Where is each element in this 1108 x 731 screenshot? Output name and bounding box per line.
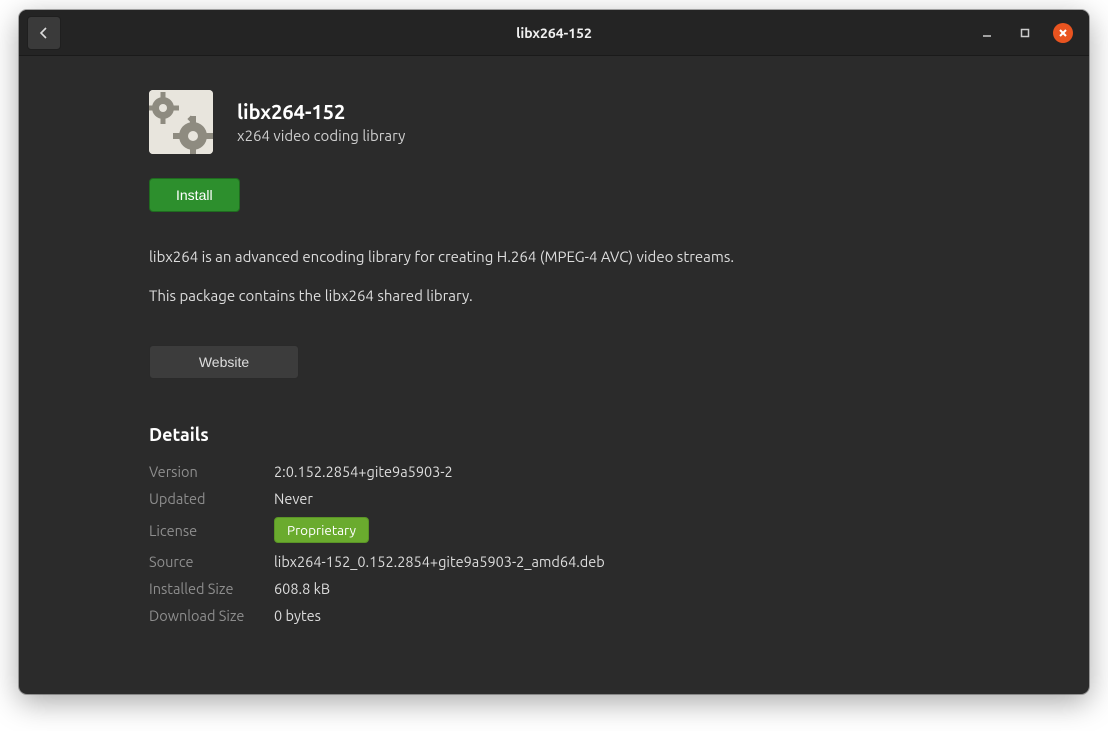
window-title: libx264-152 bbox=[516, 25, 592, 41]
back-button[interactable] bbox=[27, 16, 61, 50]
details-value-download-size: 0 bytes bbox=[274, 607, 959, 624]
details-value-license: Proprietary bbox=[274, 517, 959, 543]
description-paragraph: libx264 is an advanced encoding library … bbox=[149, 246, 959, 269]
content-area: libx264-152 x264 video coding library In… bbox=[19, 56, 1089, 694]
license-badge: Proprietary bbox=[274, 517, 369, 543]
details-value-source: libx264-152_0.152.2854+gite9a5903-2_amd6… bbox=[274, 553, 959, 570]
gear-icon bbox=[149, 90, 213, 154]
description-paragraph: This package contains the libx264 shared… bbox=[149, 285, 959, 308]
details-label-source: Source bbox=[149, 553, 274, 570]
app-header: libx264-152 x264 video coding library bbox=[149, 90, 959, 154]
app-name: libx264-152 bbox=[237, 100, 405, 123]
details-grid: Version 2:0.152.2854+gite9a5903-2 Update… bbox=[149, 463, 959, 624]
app-subtitle: x264 video coding library bbox=[237, 127, 405, 144]
details-value-updated: Never bbox=[274, 490, 959, 507]
titlebar: libx264-152 bbox=[19, 10, 1089, 56]
chevron-left-icon bbox=[38, 27, 50, 39]
close-icon bbox=[1058, 28, 1068, 38]
details-heading: Details bbox=[149, 425, 959, 445]
install-button[interactable]: Install bbox=[149, 178, 240, 212]
details-label-version: Version bbox=[149, 463, 274, 480]
details-label-updated: Updated bbox=[149, 490, 274, 507]
description: libx264 is an advanced encoding library … bbox=[149, 246, 959, 307]
details-label-license: License bbox=[149, 522, 274, 539]
details-label-download-size: Download Size bbox=[149, 607, 274, 624]
close-button[interactable] bbox=[1053, 23, 1073, 43]
app-title-group: libx264-152 x264 video coding library bbox=[237, 100, 405, 144]
details-value-installed-size: 608.8 kB bbox=[274, 580, 959, 597]
minimize-button[interactable] bbox=[977, 23, 997, 43]
app-icon bbox=[149, 90, 213, 154]
details-label-installed-size: Installed Size bbox=[149, 580, 274, 597]
app-window: libx264-152 bbox=[19, 10, 1089, 694]
details-value-version: 2:0.152.2854+gite9a5903-2 bbox=[274, 463, 959, 480]
window-controls bbox=[977, 23, 1081, 43]
maximize-button[interactable] bbox=[1015, 23, 1035, 43]
minimize-icon bbox=[982, 28, 992, 38]
maximize-icon bbox=[1020, 28, 1030, 38]
website-button[interactable]: Website bbox=[149, 345, 299, 379]
